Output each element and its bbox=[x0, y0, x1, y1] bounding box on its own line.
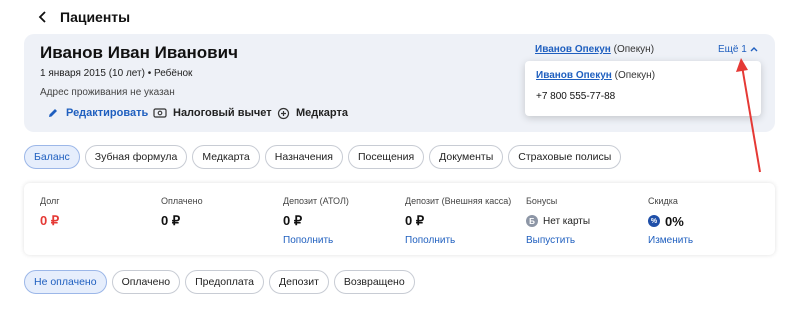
deposit-external-block: Депозит (Внешняя касса) 0 ₽ Пополнить bbox=[405, 196, 525, 246]
deposit-external-topup-link[interactable]: Пополнить bbox=[405, 235, 525, 246]
tab-visits[interactable]: Посещения bbox=[347, 145, 425, 169]
patient-tabs: Баланс Зубная формула Медкарта Назначени… bbox=[24, 145, 622, 169]
tab-insurance[interactable]: Страховые полисы bbox=[508, 145, 622, 169]
bonus-block: Бонусы Б Нет карты Выпустить bbox=[526, 196, 644, 246]
guardian-link[interactable]: Иванов Опекун bbox=[535, 44, 611, 55]
debt-label: Долг bbox=[40, 196, 60, 206]
discount-change-link[interactable]: Изменить bbox=[648, 235, 766, 246]
tax-deduction-label: Налоговый вычет bbox=[173, 107, 272, 119]
chevron-up-icon bbox=[750, 44, 758, 55]
filter-unpaid[interactable]: Не оплачено bbox=[24, 270, 107, 294]
tab-appointments[interactable]: Назначения bbox=[264, 145, 343, 169]
filter-returned[interactable]: Возвращено bbox=[333, 270, 415, 294]
patient-address: Адрес проживания не указан bbox=[40, 87, 175, 98]
tab-documents[interactable]: Документы bbox=[429, 145, 504, 169]
tab-balance[interactable]: Баланс bbox=[24, 145, 80, 169]
page-title: Пациенты bbox=[60, 9, 131, 25]
deposit-external-label: Депозит (Внешняя касса) bbox=[405, 196, 512, 206]
deposit-external-value: 0 ₽ bbox=[405, 213, 425, 228]
patient-dob: 1 января 2015 (10 лет) • Ребёнок bbox=[40, 68, 193, 79]
edit-button[interactable]: Редактировать bbox=[46, 106, 148, 120]
guardian-info: Иванов Опекун (Опекун) bbox=[535, 44, 654, 55]
receipt-icon bbox=[153, 106, 167, 120]
filter-prepayment[interactable]: Предоплата bbox=[185, 270, 265, 294]
paid-value: 0 ₽ bbox=[161, 213, 181, 228]
discount-label: Скидка bbox=[648, 196, 678, 206]
deposit-atol-label: Депозит (АТОЛ) bbox=[283, 196, 349, 206]
filter-paid[interactable]: Оплачено bbox=[111, 270, 181, 294]
paid-label: Оплачено bbox=[161, 196, 203, 206]
back-arrow-icon[interactable] bbox=[36, 10, 50, 24]
more-guardians-label: Ещё 1 bbox=[718, 44, 747, 55]
bonus-label: Бонусы bbox=[526, 196, 558, 206]
popover-guardian-phone: +7 800 555-77-88 bbox=[536, 91, 616, 102]
payment-filters: Не оплачено Оплачено Предоплата Депозит … bbox=[24, 270, 415, 294]
popover-guardian-link[interactable]: Иванов Опекун bbox=[536, 70, 612, 81]
deposit-atol-block: Депозит (АТОЛ) 0 ₽ Пополнить bbox=[283, 196, 401, 246]
discount-value: % 0% bbox=[648, 213, 766, 229]
medcard-label: Медкарта bbox=[296, 107, 348, 119]
deposit-atol-topup-link[interactable]: Пополнить bbox=[283, 235, 401, 246]
percent-icon: % bbox=[648, 215, 660, 227]
debt-value: 0 ₽ bbox=[40, 213, 60, 228]
bonus-status: Нет карты bbox=[543, 215, 591, 227]
bonus-value: Б Нет карты bbox=[526, 213, 644, 229]
patient-name: Иванов Иван Иванович bbox=[40, 43, 238, 62]
discount-amount: 0% bbox=[665, 213, 684, 229]
more-guardians-toggle[interactable]: Ещё 1 bbox=[718, 44, 758, 55]
tab-dental-formula[interactable]: Зубная формула bbox=[84, 145, 188, 169]
medical-icon bbox=[276, 106, 290, 120]
guardian-role: (Опекун) bbox=[613, 44, 655, 55]
paid-block: Оплачено 0 ₽ bbox=[161, 196, 279, 229]
popover-guardian: Иванов Опекун (Опекун) bbox=[536, 70, 655, 81]
deposit-atol-value: 0 ₽ bbox=[283, 213, 303, 228]
debt-block: Долг 0 ₽ bbox=[40, 196, 158, 229]
tax-deduction-button[interactable]: Налоговый вычет bbox=[153, 106, 272, 120]
edit-button-label: Редактировать bbox=[66, 107, 149, 119]
bonus-issue-link[interactable]: Выпустить bbox=[526, 235, 644, 246]
discount-block: Скидка % 0% Изменить bbox=[648, 196, 766, 246]
medcard-button[interactable]: Медкарта bbox=[276, 106, 348, 120]
pencil-icon bbox=[46, 106, 60, 120]
filter-deposit[interactable]: Депозит bbox=[269, 270, 329, 294]
tab-medcard[interactable]: Медкарта bbox=[192, 145, 260, 169]
bonus-coin-icon: Б bbox=[526, 215, 538, 227]
popover-guardian-role: (Опекун) bbox=[614, 70, 656, 81]
page-header: Пациенты bbox=[36, 7, 130, 27]
